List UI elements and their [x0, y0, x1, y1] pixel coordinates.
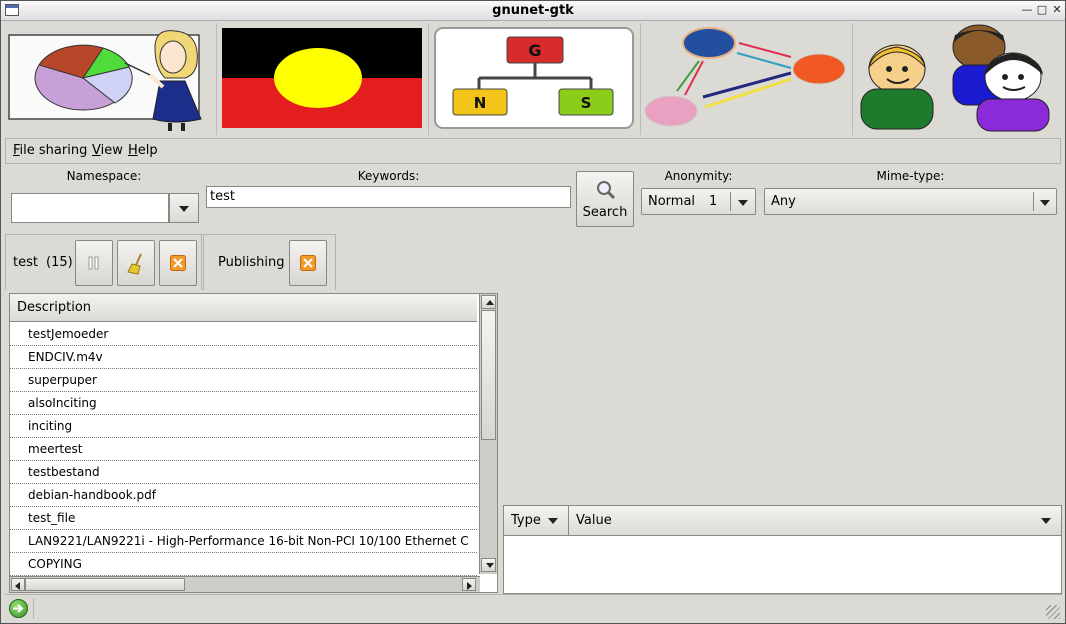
tab-search-count: (15) [46, 255, 73, 270]
clear-button[interactable] [117, 240, 155, 286]
banner-network-image [641, 23, 853, 135]
window-title: gnunet-gtk [492, 3, 574, 18]
mime-type-label: Mime-type: [876, 169, 945, 183]
scroll-down-button[interactable] [481, 558, 496, 572]
maximize-button[interactable]: □ [1035, 3, 1049, 17]
description-column-header[interactable]: Description [10, 294, 477, 322]
anonymity-label: Anonymity: [664, 169, 733, 183]
chevron-down-icon [548, 518, 558, 524]
vertical-scrollbar[interactable] [479, 294, 497, 574]
menu-help[interactable]: Help [128, 143, 158, 158]
menu-bar: File sharing View Help [5, 138, 1061, 164]
search-button-label: Search [582, 205, 628, 220]
status-bar [5, 594, 1062, 621]
table-row[interactable]: alsoInciting [10, 392, 477, 415]
search-results-tree[interactable]: Description testJemoeder ENDCIV.m4v supe… [9, 293, 498, 593]
tab-search-query: test [13, 255, 38, 270]
scroll-up-button[interactable] [481, 295, 496, 309]
table-row[interactable]: LAN9221/LAN9221i - High-Performance 16-b… [10, 530, 477, 553]
magnifier-icon [597, 181, 616, 200]
anonymity-value-text: 1 [709, 194, 718, 209]
menu-view[interactable]: View [92, 143, 123, 158]
close-x-icon [170, 255, 186, 271]
table-row[interactable]: testJemoeder [10, 323, 477, 346]
arrow-right-icon [467, 582, 472, 590]
results-list: testJemoeder ENDCIV.m4v superpuper alsoI… [10, 323, 477, 576]
close-search-tab-button[interactable] [159, 240, 197, 286]
table-row[interactable]: test_file [10, 507, 477, 530]
banner-flag-image [217, 23, 429, 135]
anonymity-level-text: Normal [648, 194, 696, 209]
banner-people-image [853, 23, 1063, 135]
namespace-input[interactable] [11, 193, 169, 223]
banner: G N S [5, 23, 1063, 135]
mime-type-value: Any [771, 194, 796, 209]
horizontal-scroll-thumb[interactable] [25, 578, 185, 591]
keywords-label: Keywords: [357, 169, 420, 183]
chevron-down-icon [1041, 518, 1051, 524]
scroll-left-button[interactable] [11, 578, 25, 591]
keywords-input[interactable]: test [206, 186, 571, 208]
table-row[interactable]: inciting [10, 415, 477, 438]
value-column-header[interactable]: Value [569, 506, 1061, 536]
chevron-down-icon [179, 206, 189, 212]
banner-presenter-image [5, 23, 217, 135]
anonymity-select[interactable]: Normal 1 [641, 188, 756, 215]
arrow-up-icon [486, 300, 494, 305]
svg-text:N: N [474, 94, 487, 112]
mime-type-select[interactable]: Any [764, 188, 1057, 215]
search-button[interactable]: Search [576, 171, 634, 227]
table-row[interactable]: debian-handbook.pdf [10, 484, 477, 507]
pause-icon [88, 256, 99, 270]
resize-grip[interactable] [1046, 605, 1060, 619]
table-row[interactable]: superpuper [10, 369, 477, 392]
status-separator [33, 598, 34, 619]
vertical-scroll-thumb[interactable] [481, 310, 496, 440]
metadata-table[interactable]: Type Value [503, 505, 1062, 594]
table-row[interactable]: ENDCIV.m4v [10, 346, 477, 369]
tab-search-test[interactable]: test (15) [5, 234, 202, 290]
svg-text:G: G [528, 41, 541, 60]
close-publishing-tab-button[interactable] [289, 240, 327, 286]
value-column-label: Value [576, 513, 612, 528]
connected-arrow-icon [9, 599, 28, 618]
menu-file-sharing[interactable]: File sharing [13, 143, 87, 158]
arrow-down-icon [486, 563, 494, 568]
chevron-down-icon [1040, 199, 1050, 206]
tab-publishing-label: Publishing [218, 255, 285, 270]
arrow-left-icon [15, 582, 20, 590]
minimize-button[interactable]: — [1020, 3, 1034, 17]
chevron-down-icon [738, 199, 748, 206]
svg-text:S: S [581, 94, 592, 112]
close-window-button[interactable]: ✕ [1050, 3, 1064, 17]
broom-icon [127, 253, 142, 275]
pause-button[interactable] [75, 240, 113, 286]
table-row[interactable]: COPYING [10, 553, 477, 576]
table-row[interactable]: meertest [10, 438, 477, 461]
tab-publishing[interactable]: Publishing [203, 234, 336, 290]
namespace-dropdown-button[interactable] [169, 193, 199, 223]
namespace-label: Namespace: [66, 169, 142, 183]
scroll-right-button[interactable] [462, 578, 476, 591]
close-x-icon [300, 255, 316, 271]
main-window: gnunet-gtk — □ ✕ G N S File sharing View… [0, 0, 1066, 624]
banner-gns-image: G N S [429, 23, 641, 135]
title-bar[interactable]: gnunet-gtk — □ ✕ [1, 1, 1065, 21]
type-column-label: Type [511, 513, 541, 528]
horizontal-scrollbar[interactable] [10, 576, 480, 592]
type-column-header[interactable]: Type [504, 506, 569, 536]
table-row[interactable]: testbestand [10, 461, 477, 484]
